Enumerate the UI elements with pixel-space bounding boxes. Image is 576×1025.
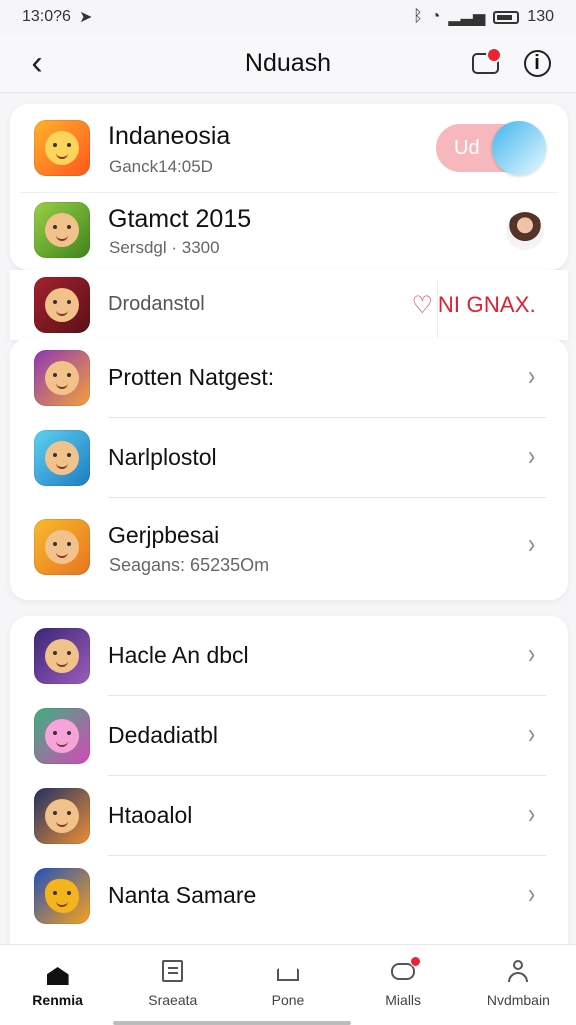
nav-home-outline[interactable]: Pone	[230, 945, 345, 1025]
face-icon	[45, 131, 79, 165]
face-icon	[45, 719, 79, 753]
coin-icon	[45, 879, 79, 913]
home-outline-icon	[275, 958, 301, 984]
game-list-card: Protten Natgest: › Narlplostol › Gerjpbe…	[10, 338, 568, 600]
list-item[interactable]: Dedadiatbl ›	[10, 696, 568, 776]
sun-app-icon	[34, 120, 90, 176]
wifi-icon: ◔	[430, 8, 441, 25]
list-item-title: Htaoalol	[108, 802, 193, 828]
chevron-right-icon: ›	[527, 798, 535, 829]
nav-label: Sraeata	[148, 992, 198, 1008]
promo-title: Drodanstol	[108, 293, 205, 315]
guard-app-icon	[34, 519, 90, 575]
featured-pill-button[interactable]: Ud	[436, 121, 546, 175]
nav-home[interactable]: Renmia	[0, 945, 115, 1025]
character-avatar-icon	[492, 121, 546, 175]
nav-label: Pone	[271, 992, 305, 1008]
face-icon	[45, 799, 79, 833]
message-icon	[471, 46, 502, 74]
promo-row[interactable]: Drodanstol ♡ NI GNAX.	[10, 270, 568, 340]
cowboy-app-icon	[34, 350, 90, 406]
page-title: Nduash	[244, 48, 332, 77]
status-right-time: 130	[527, 8, 554, 25]
featured-card: Indaneosia Ganck14:05D Ud Gtamct 2015 Se…	[10, 104, 568, 270]
status-bar: 13:0?6 ➤ ᛒ ◔ ▂▃▅ 130	[0, 0, 576, 34]
nav-label: Renmia	[32, 992, 83, 1008]
face-icon	[45, 361, 79, 395]
back-button[interactable]: ‹	[20, 43, 54, 83]
face-icon	[45, 530, 79, 564]
status-time: 13:0?6	[22, 8, 71, 25]
featured-title: Indaneosia	[108, 122, 231, 150]
chevron-right-icon: ›	[527, 440, 535, 471]
character-app-icon	[34, 277, 90, 333]
document-icon	[160, 958, 186, 984]
list-item-title: Gerjpbesai	[108, 522, 220, 548]
chevron-right-icon: ›	[527, 638, 535, 669]
list-item-title: Dedadiatbl	[108, 722, 218, 748]
home-icon	[45, 958, 71, 985]
coin-app-icon	[34, 868, 90, 924]
nav-label: Nvdmbain	[486, 992, 550, 1008]
app-list-card: Hacle An dbcl › Dedadiatbl › Htaoalol › …	[10, 616, 568, 944]
user-avatar	[506, 212, 544, 250]
pill-label: Ud	[454, 136, 480, 159]
list-item[interactable]: Htaoalol ›	[10, 776, 568, 856]
adventurer-app-icon	[34, 788, 90, 844]
list-item[interactable]: Narlplostol ›	[10, 418, 568, 498]
notification-badge	[485, 46, 502, 63]
warrior-app-icon	[34, 202, 90, 258]
featured-subtitle: Sersdgl · 3300	[109, 238, 220, 257]
list-item-title: Narlplostol	[108, 444, 217, 470]
featured-row[interactable]: Indaneosia Ganck14:05D Ud	[10, 104, 568, 192]
app-bar: ‹ Nduash i	[0, 34, 576, 93]
list-item-title: Hacle An dbcl	[108, 642, 249, 668]
chevron-left-icon: ‹	[31, 43, 43, 82]
featured-row[interactable]: Gtamct 2015 Sersdgl · 3300	[10, 192, 568, 270]
notification-button[interactable]	[466, 44, 504, 82]
list-item[interactable]: Protten Natgest: ›	[10, 338, 568, 418]
chevron-right-icon: ›	[527, 878, 535, 909]
chevron-right-icon: ›	[527, 718, 535, 749]
face-icon	[45, 639, 79, 673]
person-icon	[505, 958, 531, 984]
pink-character-app-icon	[34, 708, 90, 764]
location-icon: ➤	[78, 9, 93, 26]
nav-messages[interactable]: Mialls	[346, 945, 461, 1025]
nav-documents[interactable]: Sraeata	[115, 945, 230, 1025]
bottom-navigation: Renmia Sraeata Pone Mialls Nvdmbain	[0, 944, 576, 1025]
list-item-title: Protten Natgest:	[108, 364, 275, 390]
bluetooth-icon: ᛒ	[413, 8, 423, 25]
info-button[interactable]: i	[518, 44, 556, 82]
chevron-right-icon: ›	[527, 360, 535, 391]
list-item[interactable]: Gerjpbesai Seagans: 65235Om ›	[10, 498, 568, 600]
mage-app-icon	[34, 628, 90, 684]
heart-icon: ♡	[411, 291, 433, 319]
chevron-right-icon: ›	[527, 528, 535, 559]
chat-icon	[390, 955, 422, 984]
soldier-app-icon	[34, 430, 90, 486]
nav-profile[interactable]: Nvdmbain	[461, 945, 576, 1025]
face-icon	[45, 441, 79, 475]
featured-subtitle: Ganck14:05D	[109, 157, 213, 176]
list-item[interactable]: Hacle An dbcl ›	[10, 616, 568, 696]
face-icon	[45, 213, 79, 247]
info-icon: i	[523, 49, 551, 77]
featured-title: Gtamct 2015	[108, 205, 252, 233]
promo-card: Drodanstol ♡ NI GNAX.	[10, 270, 568, 340]
list-item[interactable]: Nanta Samare ›	[10, 856, 568, 936]
list-item-subtitle: Seagans: 65235Om	[109, 555, 270, 575]
home-indicator	[113, 1021, 351, 1025]
signal-icon: ▂▃▅	[448, 9, 486, 26]
nav-label: Mialls	[385, 992, 422, 1008]
list-item-title: Nanta Samare	[108, 882, 257, 908]
promo-text: NI GNAX.	[437, 292, 536, 317]
face-icon	[45, 288, 79, 322]
battery-icon	[493, 10, 520, 24]
